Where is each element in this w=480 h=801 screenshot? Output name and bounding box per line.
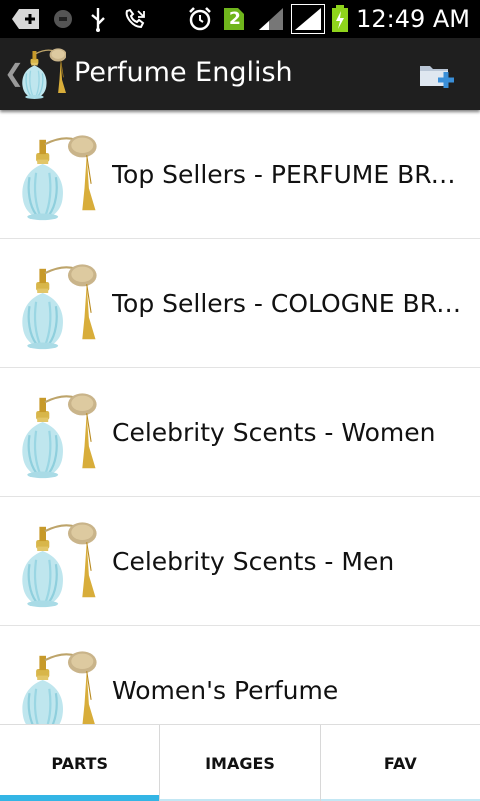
- list-item[interactable]: Top Sellers - PERFUME BRANDS: [0, 110, 480, 239]
- add-folder-icon[interactable]: [418, 60, 458, 90]
- perfume-bottle-icon: [14, 648, 100, 724]
- signal-full-icon: [290, 4, 326, 34]
- tab-label: PARTS: [51, 753, 108, 773]
- tab-label: FAV: [383, 753, 417, 773]
- perfume-bottle-icon: [14, 132, 100, 222]
- perfume-app-icon[interactable]: [20, 44, 68, 104]
- list-item-label: Women's Perfume: [112, 675, 339, 705]
- tab-fav[interactable]: FAV: [319, 725, 480, 801]
- list-item[interactable]: Celebrity Scents - Women: [0, 368, 480, 497]
- usb-icon: [86, 6, 110, 32]
- list-item-label: Celebrity Scents - Women: [112, 417, 436, 447]
- signal-icon: [256, 6, 286, 32]
- add-notification-icon: [10, 6, 42, 32]
- perfume-bottle-icon: [14, 390, 100, 480]
- bottom-tab-bar: PARTS IMAGES FAV: [0, 724, 480, 801]
- tab-selected-indicator: [0, 795, 160, 801]
- list-item-label: Top Sellers - COLOGNE BRANDS: [112, 288, 470, 318]
- list-item[interactable]: Women's Perfume: [0, 626, 480, 724]
- list-item[interactable]: Top Sellers - COLOGNE BRANDS: [0, 239, 480, 368]
- list-item[interactable]: Celebrity Scents - Men: [0, 497, 480, 626]
- tab-images[interactable]: IMAGES: [159, 725, 320, 801]
- sim-notification-icon: 2: [222, 6, 246, 32]
- perfume-bottle-icon: [14, 519, 100, 609]
- tab-parts[interactable]: PARTS: [0, 725, 160, 801]
- battery-charging-icon: [330, 5, 350, 32]
- list-item-label: Top Sellers - PERFUME BRANDS: [112, 159, 470, 189]
- alarm-icon: [186, 6, 214, 32]
- action-bar: ❮ Perfume English: [0, 38, 480, 110]
- notification-count: 2: [229, 9, 241, 29]
- list-item-label: Celebrity Scents - Men: [112, 546, 395, 576]
- status-bar: 2 12:49 AM: [0, 0, 480, 38]
- category-list: Top Sellers - PERFUME BRANDS Top Sellers…: [0, 110, 480, 724]
- perfume-bottle-icon: [14, 261, 100, 351]
- record-icon: [52, 6, 74, 32]
- missed-call-icon: [122, 6, 148, 32]
- tab-label: IMAGES: [205, 753, 275, 773]
- clock: 12:49 AM: [356, 5, 470, 33]
- app-title: Perfume English: [74, 57, 293, 88]
